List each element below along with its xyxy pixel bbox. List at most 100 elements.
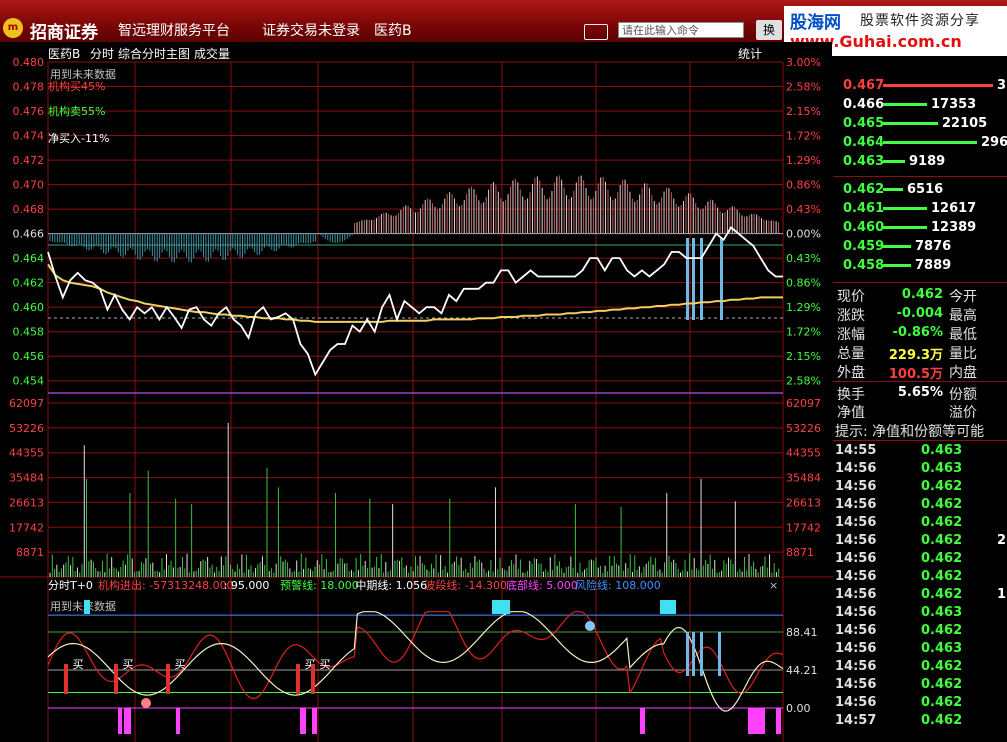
tick-price[interactable]: 0.462 [921, 551, 962, 566]
tick-price[interactable]: 0.463 [921, 641, 962, 656]
bottom-bar [756, 708, 765, 734]
price-line [47, 226, 783, 377]
price-tick-label: 0.462 [13, 277, 45, 290]
ask-volume: 29679 [981, 135, 1007, 150]
percent-tick-label: 0.86% [786, 179, 821, 192]
volume-tick-label-right: 26613 [786, 496, 821, 509]
tick-time[interactable]: 14:56 [835, 497, 876, 512]
tick-time[interactable]: 14:56 [835, 695, 876, 710]
bottom-bar [300, 708, 306, 734]
tick-price[interactable]: 0.462 [921, 659, 962, 674]
stat-label-2: 份额 [949, 387, 977, 403]
volume-tick-label-right: 8871 [786, 546, 814, 559]
indicator-close-icon: × [769, 579, 778, 592]
price-tick-label: 0.464 [13, 252, 45, 265]
tick-time[interactable]: 14:56 [835, 461, 876, 476]
signal-bar [692, 632, 695, 676]
bottom-bar [124, 708, 131, 734]
bottom-bar [776, 708, 781, 734]
tick-time[interactable]: 14:56 [835, 515, 876, 530]
tick-price[interactable]: 0.462 [921, 479, 962, 494]
tick-price[interactable]: 0.462 [921, 533, 962, 548]
bid-volume: 7876 [915, 239, 952, 254]
stat-label: 总量 [837, 346, 865, 362]
indicator-name: 分时T+0 [48, 579, 93, 592]
indicator-value: 中期线: 1.056 [355, 578, 427, 592]
tick-volume[interactable]: 1 [997, 587, 1006, 602]
ask-volume-bar [883, 103, 927, 106]
price-tick-label: 0.474 [13, 130, 45, 143]
price-tick-label: 0.458 [13, 326, 45, 339]
tick-price[interactable]: 0.462 [921, 569, 962, 584]
intraday-chart[interactable]: 0.480 0.478 0.476 0.474 0.472 0.470 0.468 0.466… [0, 0, 833, 742]
tick-price[interactable]: 0.462 [921, 515, 962, 530]
tick-price[interactable]: 0.462 [921, 713, 962, 728]
bid-price: 0.460 [843, 220, 885, 235]
bid-volume-bar [883, 245, 911, 248]
tick-time[interactable]: 14:56 [835, 587, 876, 602]
bottom-bar [640, 708, 645, 734]
signal-bar [686, 632, 689, 676]
percent-tick-label: 0.86% [786, 277, 821, 290]
tick-price[interactable]: 0.463 [921, 461, 962, 476]
indicator-tick-label: 44.21 [786, 664, 818, 677]
ask-volume-bar [883, 122, 938, 125]
bid-volume-bar [883, 207, 927, 210]
signal-bar [686, 238, 689, 320]
price-tick-label: 0.478 [13, 81, 45, 94]
tick-price[interactable]: 0.462 [921, 695, 962, 710]
tick-price[interactable]: 0.462 [921, 497, 962, 512]
tick-time[interactable]: 14:56 [835, 479, 876, 494]
bid-volume-bar [883, 226, 927, 229]
ask-price: 0.465 [843, 116, 885, 131]
tick-time[interactable]: 14:55 [835, 443, 876, 458]
ask-volume-bar [883, 84, 993, 87]
bid-volume-bar [883, 188, 903, 191]
stat-value: 229.3万 [888, 348, 943, 363]
bid-volume: 12617 [931, 201, 977, 216]
price-tick-label: 0.466 [13, 228, 45, 241]
indicator-value: : 95.000 [224, 579, 270, 592]
buy-marker: 买 [175, 658, 186, 671]
price-tick-label: 0.470 [13, 179, 45, 192]
tick-time[interactable]: 14:56 [835, 677, 876, 692]
stat-label: 净值 [837, 405, 865, 421]
tick-volume[interactable]: 2 [997, 533, 1006, 548]
price-tick-label: 0.480 [13, 56, 45, 69]
inst-flow-curve [47, 611, 784, 700]
tick-price[interactable]: 0.463 [921, 605, 962, 620]
mid-term-curve [47, 611, 784, 712]
tick-price[interactable]: 0.462 [921, 587, 962, 602]
tick-time[interactable]: 14:56 [835, 551, 876, 566]
tick-time[interactable]: 14:56 [835, 605, 876, 620]
indicator-value: 机构进出: -57313248.000 [98, 578, 234, 592]
tick-time[interactable]: 14:56 [835, 659, 876, 674]
buy-marker-bar [64, 664, 68, 694]
average-price-line [47, 263, 783, 323]
indicator-value: 风险线: 108.000 [575, 578, 661, 592]
ask-price: 0.463 [843, 154, 885, 169]
tick-price[interactable]: 0.462 [921, 623, 962, 638]
tick-time[interactable]: 14:56 [835, 641, 876, 656]
ask-volume-bar [883, 141, 977, 144]
tick-price[interactable]: 0.463 [921, 443, 962, 458]
volume-bars [49, 422, 780, 577]
ask-volume: 17353 [931, 97, 977, 112]
stat-label: 涨幅 [837, 327, 865, 343]
price-tick-label: 0.476 [13, 105, 45, 118]
signal-bar [718, 632, 721, 676]
watermark-slogan: 股票软件资源分享 [860, 13, 980, 29]
stat-label: 换手 [837, 387, 865, 403]
price-line-path [47, 226, 783, 377]
ask-price: 0.464 [843, 135, 885, 150]
indicator-value: 波段线: -14.300 [424, 578, 507, 592]
percent-tick-label: 1.72% [786, 326, 821, 339]
chart-grid [0, 61, 833, 742]
stat-label-2: 最高 [949, 308, 977, 324]
tick-time[interactable]: 14:56 [835, 623, 876, 638]
tick-time[interactable]: 14:57 [835, 713, 876, 728]
tick-time[interactable]: 14:56 [835, 569, 876, 584]
tick-time[interactable]: 14:56 [835, 533, 876, 548]
tick-price[interactable]: 0.462 [921, 677, 962, 692]
ask-volume: 9189 [909, 154, 946, 169]
